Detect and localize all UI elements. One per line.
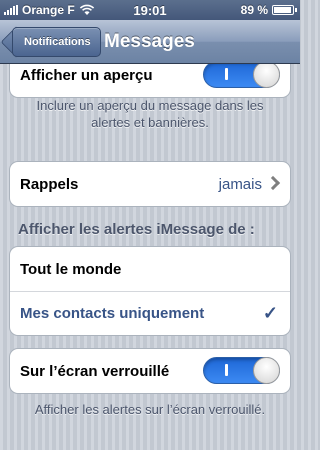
lockscreen-row: Sur l’écran verrouillé bbox=[10, 349, 290, 393]
preview-label: Afficher un aperçu bbox=[20, 66, 153, 84]
chevron-right-icon bbox=[265, 175, 281, 191]
reminders-label: Rappels bbox=[20, 175, 79, 193]
option-contacts-only-label: Mes contacts uniquement bbox=[20, 305, 205, 322]
preview-toggle[interactable] bbox=[203, 61, 280, 88]
reminders-group: Rappels jamais bbox=[9, 161, 291, 207]
checkmark-icon: ✓ bbox=[262, 303, 278, 323]
reminders-value: jamais bbox=[218, 175, 262, 193]
toggle-knob bbox=[253, 61, 280, 88]
status-bar: Orange F 19:01 89 % bbox=[0, 0, 300, 20]
back-button[interactable]: Notifications bbox=[12, 27, 101, 57]
toggle-on-mark bbox=[225, 68, 228, 80]
battery-percentage: 89 % bbox=[240, 3, 268, 17]
option-everyone[interactable]: Tout le monde bbox=[10, 247, 290, 291]
imessage-options-group: Tout le monde Mes contacts uniquement ✓ bbox=[9, 246, 291, 336]
status-right: 89 % bbox=[240, 3, 297, 17]
battery-icon bbox=[272, 5, 297, 15]
imessage-header: Afficher les alertes iMessage de : bbox=[18, 221, 255, 238]
reminders-row[interactable]: Rappels jamais bbox=[10, 162, 290, 206]
back-button-label: Notifications bbox=[24, 36, 91, 48]
toggle-knob bbox=[253, 357, 280, 384]
option-contacts-only[interactable]: Mes contacts uniquement ✓ bbox=[10, 291, 290, 335]
preview-group: Afficher un aperçu bbox=[9, 52, 291, 98]
option-everyone-label: Tout le monde bbox=[20, 260, 122, 278]
lockscreen-label: Sur l’écran verrouillé bbox=[20, 362, 170, 380]
lockscreen-toggle[interactable] bbox=[203, 357, 280, 384]
lockscreen-footer: Afficher les alertes sur l’écran verroui… bbox=[34, 402, 266, 417]
preview-row: Afficher un aperçu bbox=[10, 53, 290, 97]
preview-footer: Inclure un aperçu du message dans les al… bbox=[36, 98, 264, 130]
lockscreen-group: Sur l’écran verrouillé bbox=[9, 348, 291, 394]
toggle-on-mark bbox=[225, 364, 228, 376]
